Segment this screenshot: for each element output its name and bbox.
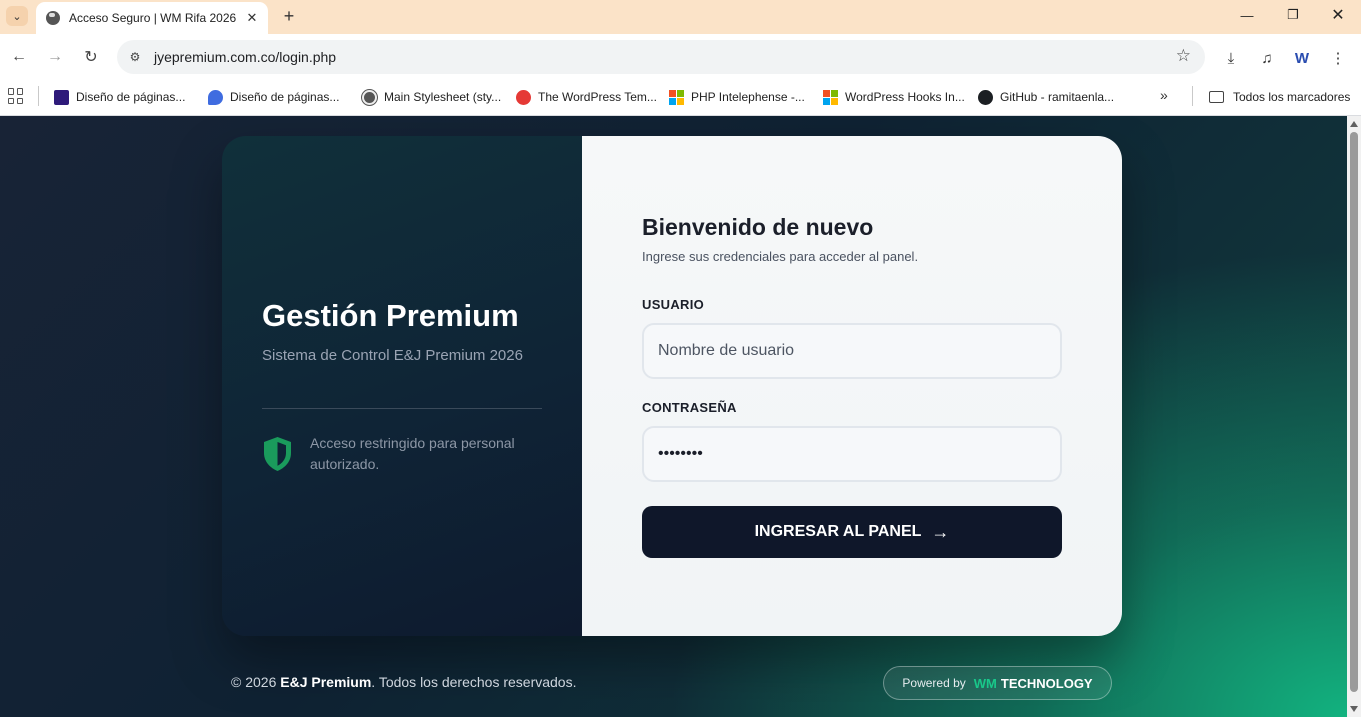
welcome-title: Bienvenido de nuevo — [642, 214, 874, 240]
all-bookmarks-label: Todos los marcadores — [1233, 90, 1351, 104]
bookmark-separator — [38, 86, 39, 106]
password-input[interactable] — [642, 426, 1062, 482]
more-bookmarks-icon[interactable]: » — [1160, 87, 1168, 103]
globe-icon — [46, 11, 60, 25]
copyright-suffix: . Todos los derechos reservados. — [371, 674, 577, 690]
bookmark-item[interactable]: Diseño de páginas... — [54, 87, 185, 107]
new-tab-button[interactable]: + — [278, 5, 300, 27]
bookmark-label: Main Stylesheet (sty... — [384, 90, 502, 104]
technology-text: TECHNOLOGY — [1000, 675, 1093, 691]
microsoft-icon — [669, 89, 684, 105]
bookmark-item[interactable]: WordPress Hooks In... — [823, 87, 965, 107]
powered-by-label: Powered by — [902, 676, 966, 690]
chevron-down-icon: ⌄ — [12, 10, 22, 23]
copyright-brand: E&J Premium — [280, 674, 372, 690]
username-input[interactable] — [642, 323, 1062, 379]
restore-button[interactable]: ❐ — [1270, 0, 1316, 30]
bookmarks-bar: Diseño de páginas... Diseño de páginas..… — [0, 80, 1361, 116]
bookmark-label: PHP Intelephense -... — [691, 90, 805, 104]
page-viewport: Gestión Premium Sistema de Control E&J P… — [0, 116, 1347, 717]
login-card: Gestión Premium Sistema de Control E&J P… — [222, 136, 1122, 636]
shield-icon — [264, 437, 291, 471]
restore-icon: ❐ — [1287, 7, 1299, 22]
scroll-thumb[interactable] — [1350, 132, 1358, 692]
wordpress-icon — [362, 89, 377, 105]
forward-button[interactable]: → — [43, 45, 67, 69]
bookmark-item[interactable]: GitHub - ramitaenla... — [978, 87, 1114, 107]
scroll-down-icon[interactable] — [1350, 706, 1358, 712]
bookmark-label: Diseño de páginas... — [230, 90, 340, 104]
red-circle-icon — [516, 89, 531, 105]
plus-icon: + — [283, 5, 295, 26]
login-form-panel: Bienvenido de nuevo Ingrese sus credenci… — [582, 136, 1122, 636]
bookmark-separator — [1192, 86, 1193, 106]
bookmark-item[interactable]: PHP Intelephense -... — [669, 87, 805, 107]
minimize-button[interactable]: — — [1224, 0, 1270, 30]
apps-grid-icon[interactable] — [8, 88, 24, 104]
url-text[interactable]: jyepremium.com.co/login.php — [154, 49, 336, 65]
extension-icon[interactable]: W — [1291, 47, 1313, 69]
microsoft-icon — [823, 89, 838, 105]
close-icon[interactable]: ✕ — [242, 8, 262, 28]
star-icon[interactable]: ☆ — [1176, 46, 1191, 66]
media-control-icon[interactable]: ♫ — [1256, 47, 1278, 69]
copyright-text: © 2026 E&J Premium. Todos los derechos r… — [231, 674, 576, 690]
purple-square-icon — [54, 89, 69, 105]
address-bar[interactable]: ⚙ jyepremium.com.co/login.php ☆ — [117, 40, 1205, 74]
bookmark-item[interactable]: Main Stylesheet (sty... — [362, 87, 501, 107]
bookmark-label: WordPress Hooks In... — [845, 90, 965, 104]
minimize-icon: — — [1240, 7, 1254, 23]
reload-icon: ↻ — [84, 49, 98, 66]
vertical-scrollbar[interactable] — [1347, 116, 1361, 717]
tab-strip: ⌄ Acceso Seguro | WM Rifa 2026 ✕ + — ❐ ✕ — [0, 0, 1361, 34]
tab-search-button[interactable]: ⌄ — [6, 6, 28, 26]
more-menu-icon[interactable]: ⋮ — [1327, 47, 1349, 69]
bookmark-label: GitHub - ramitaenla... — [1000, 90, 1115, 104]
back-button[interactable]: ← — [7, 45, 31, 69]
arrow-right-icon: → — [47, 48, 63, 65]
tab-title: Acceso Seguro | WM Rifa 2026 — [69, 11, 237, 25]
close-window-button[interactable]: ✕ — [1315, 0, 1361, 30]
bookmark-item[interactable]: The WordPress Tem... — [516, 87, 657, 107]
divider — [262, 408, 542, 409]
all-bookmarks-button[interactable]: Todos los marcadores — [1209, 87, 1350, 107]
restricted-access-text: Acceso restringido para personal autoriz… — [310, 435, 515, 472]
folder-icon — [1209, 91, 1224, 103]
download-icon[interactable]: ⤓ — [1220, 47, 1242, 69]
brand-panel: Gestión Premium Sistema de Control E&J P… — [222, 136, 582, 636]
wm-logo-text: WM — [973, 675, 997, 691]
powered-by-badge[interactable]: Powered by WM TECHNOLOGY — [883, 666, 1112, 700]
close-window-icon: ✕ — [1331, 7, 1345, 24]
site-info-icon[interactable]: ⚙ — [125, 47, 145, 67]
active-tab[interactable]: Acceso Seguro | WM Rifa 2026 ✕ — [36, 2, 268, 34]
bookmark-item[interactable]: Diseño de páginas... — [208, 87, 339, 107]
username-label: USUARIO — [642, 297, 705, 312]
arrow-left-icon: ← — [11, 48, 27, 65]
reload-button[interactable]: ↻ — [79, 45, 103, 69]
password-label: CONTRASEÑA — [642, 400, 737, 415]
bookmark-label: Diseño de páginas... — [76, 90, 186, 104]
copyright-prefix: © 2026 — [231, 674, 281, 690]
login-submit-button[interactable]: INGRESAR AL PANEL → — [642, 506, 1062, 558]
brand-title: Gestión Premium — [262, 298, 519, 333]
arrow-right-icon: → — [931, 521, 950, 542]
submit-label: INGRESAR AL PANEL — [754, 523, 922, 540]
browser-toolbar: ← → ↻ ⚙ jyepremium.com.co/login.php ☆ ⤓ … — [0, 34, 1361, 80]
github-icon — [978, 89, 993, 105]
scroll-up-icon[interactable] — [1350, 121, 1358, 127]
welcome-subtitle: Ingrese sus credenciales para acceder al… — [642, 249, 919, 264]
blue-bubble-icon — [208, 89, 223, 105]
brand-subtitle: Sistema de Control E&J Premium 2026 — [262, 347, 523, 364]
bookmark-label: The WordPress Tem... — [538, 90, 657, 104]
